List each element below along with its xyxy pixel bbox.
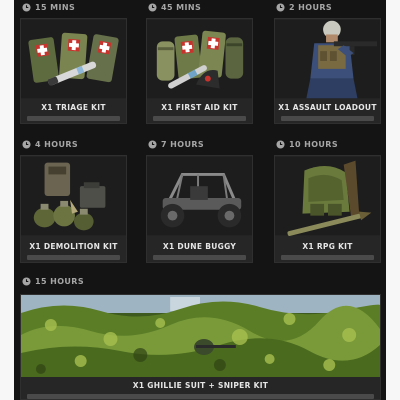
timer-text: 7 HOURS xyxy=(161,140,205,149)
progress-bar xyxy=(281,255,374,260)
clock-icon xyxy=(22,3,31,12)
reward-card-dune-buggy[interactable]: X1 DUNE BUGGY xyxy=(146,155,253,263)
progress-bar xyxy=(27,255,120,260)
timer-text: 45 MINS xyxy=(161,3,202,12)
clock-icon xyxy=(148,140,157,149)
timer-label-6: 10 HOURS xyxy=(276,140,338,149)
timer-text: 2 HOURS xyxy=(289,3,333,12)
kit-name: X1 TRIAGE KIT xyxy=(41,103,106,112)
timer-text: 4 HOURS xyxy=(35,140,79,149)
timer-text: 10 HOURS xyxy=(289,140,339,149)
reward-card-first-aid-kit[interactable]: X1 FIRST AID KIT xyxy=(146,18,253,124)
progress-bar xyxy=(153,255,246,260)
timer-label-2: 45 MINS xyxy=(148,3,201,12)
kit-name: X1 ASSAULT LOADOUT xyxy=(278,103,377,112)
timer-text: 15 HOURS xyxy=(35,277,85,286)
timer-label-7: 15 HOURS xyxy=(22,277,84,286)
kit-name: X1 GHILLIE SUIT + SNIPER KIT xyxy=(132,381,269,390)
rpg-kit-image xyxy=(275,156,380,236)
timer-label-1: 15 MINS xyxy=(22,3,75,12)
clock-icon xyxy=(276,140,285,149)
timer-label-4: 4 HOURS xyxy=(22,140,78,149)
progress-bar xyxy=(153,116,246,121)
reward-card-ghillie-sniper-kit[interactable]: X1 GHILLIE SUIT + SNIPER KIT xyxy=(20,294,381,400)
kit-name: X1 DEMOLITION KIT xyxy=(29,242,118,251)
dune-buggy-image xyxy=(147,156,252,236)
clock-icon xyxy=(148,3,157,12)
clock-icon xyxy=(22,140,31,149)
progress-bar xyxy=(27,116,120,121)
triage-kit-image xyxy=(21,19,126,99)
kit-name: X1 RPG KIT xyxy=(302,242,353,251)
assault-loadout-image xyxy=(275,19,380,99)
first-aid-kit-image xyxy=(147,19,252,99)
kit-name: X1 DUNE BUGGY xyxy=(162,242,237,251)
demolition-kit-image xyxy=(21,156,126,236)
progress-bar xyxy=(27,394,374,399)
rewards-panel: 15 MINS 45 MINS 2 HOURS X1 TRIAGE KIT X1… xyxy=(14,0,386,400)
progress-bar xyxy=(281,116,374,121)
reward-card-rpg-kit[interactable]: X1 RPG KIT xyxy=(274,155,381,263)
timer-label-3: 2 HOURS xyxy=(276,3,332,12)
reward-card-assault-loadout[interactable]: X1 ASSAULT LOADOUT xyxy=(274,18,381,124)
reward-card-demolition-kit[interactable]: X1 DEMOLITION KIT xyxy=(20,155,127,263)
reward-card-triage-kit[interactable]: X1 TRIAGE KIT xyxy=(20,18,127,124)
timer-text: 15 MINS xyxy=(35,3,76,12)
ghillie-sniper-kit-image xyxy=(21,295,380,377)
timer-label-5: 7 HOURS xyxy=(148,140,204,149)
kit-name: X1 FIRST AID KIT xyxy=(161,103,238,112)
clock-icon xyxy=(276,3,285,12)
clock-icon xyxy=(22,277,31,286)
